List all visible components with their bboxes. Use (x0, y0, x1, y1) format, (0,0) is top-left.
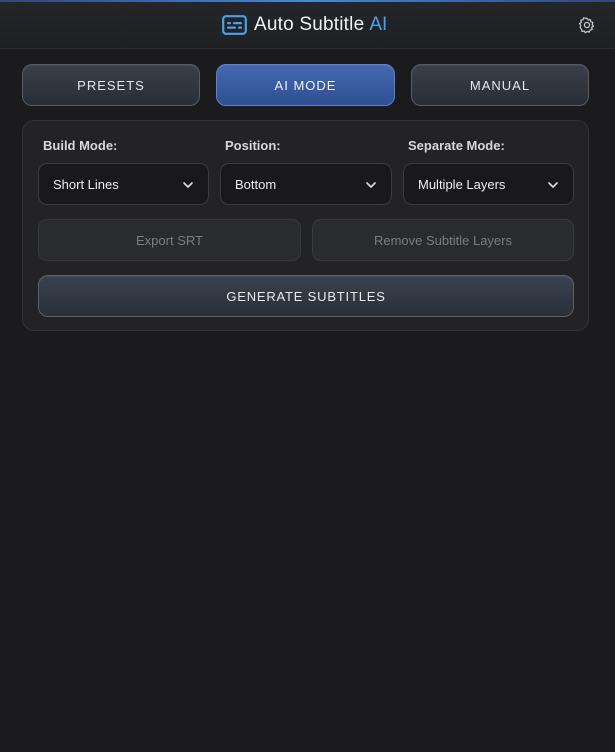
position-value: Bottom (235, 176, 277, 192)
app-header: Auto Subtitle AI (0, 0, 615, 49)
app-title-accent: AI (369, 14, 388, 35)
build-mode-select[interactable]: Short Lines (38, 163, 209, 205)
ai-mode-panel: Build Mode: Position: Separate Mode: Sho… (22, 120, 589, 331)
chevron-down-icon (366, 182, 376, 188)
app-title: Auto Subtitle (254, 14, 365, 35)
separate-mode-select[interactable]: Multiple Layers (403, 163, 574, 205)
subtitles-icon (222, 15, 247, 35)
chevron-down-icon (183, 182, 193, 188)
export-srt-button[interactable]: Export SRT (38, 219, 301, 261)
header-accent-line (0, 0, 615, 2)
separate-mode-label: Separate Mode: (408, 138, 505, 153)
tab-manual[interactable]: MANUAL (411, 64, 589, 106)
chevron-down-icon (548, 182, 558, 188)
tab-presets[interactable]: PRESETS (22, 64, 200, 106)
gear-icon[interactable] (578, 16, 596, 34)
tab-ai-mode[interactable]: AI MODE (216, 64, 395, 106)
separate-mode-value: Multiple Layers (418, 176, 506, 192)
build-mode-label: Build Mode: (43, 138, 118, 153)
generate-subtitles-button[interactable]: GENERATE SUBTITLES (38, 275, 574, 317)
mode-tabs: PRESETS AI MODE MANUAL (22, 64, 589, 106)
position-select[interactable]: Bottom (220, 163, 392, 205)
app-brand: Auto Subtitle AI (222, 13, 387, 37)
remove-subtitle-layers-button[interactable]: Remove Subtitle Layers (312, 219, 574, 261)
build-mode-value: Short Lines (53, 176, 119, 192)
position-label: Position: (225, 138, 281, 153)
